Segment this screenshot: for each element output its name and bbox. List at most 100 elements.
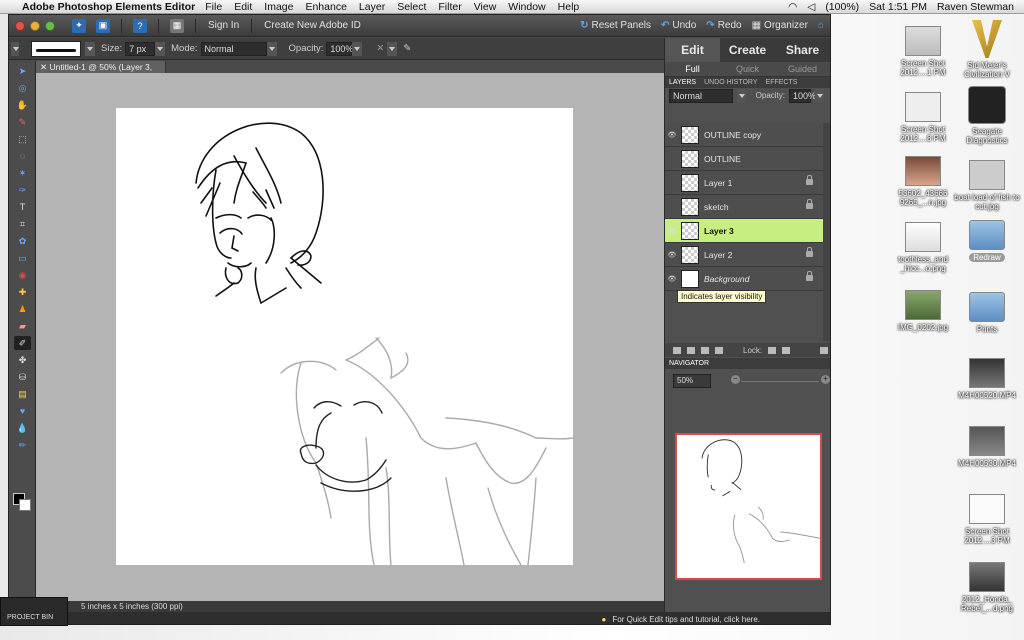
menu-file[interactable]: File — [205, 1, 222, 13]
hand-tool-icon[interactable]: ✋ — [14, 98, 31, 112]
layer-row[interactable]: 👁 OUTLINE copy — [665, 123, 823, 147]
move-tool-icon[interactable]: ➤ — [14, 64, 31, 78]
zoom-out-icon[interactable]: − — [731, 375, 740, 384]
layer-row[interactable]: 👁 Background — [665, 267, 823, 291]
help-icon[interactable]: ? — [133, 18, 147, 33]
size-dropdown[interactable] — [155, 41, 166, 56]
blend-mode-dropdown[interactable] — [736, 88, 746, 103]
clone-stamp-tool-icon[interactable]: ♟ — [14, 302, 31, 316]
blend-mode-select[interactable]: Normal — [669, 88, 733, 103]
type-tool-icon[interactable]: T — [14, 200, 31, 214]
layer-row[interactable]: 👁 Layer 2 — [665, 243, 823, 267]
adjustment-layer-icon[interactable] — [701, 346, 709, 354]
battery-status[interactable]: (100%) — [825, 1, 859, 13]
tab-quick[interactable]: Quick — [720, 62, 775, 76]
desktop-icon[interactable]: Screen Shot 2012....8 PM — [888, 92, 958, 143]
navigator-zoom-slider[interactable] — [741, 381, 819, 382]
clock[interactable]: Sat 1:51 PM — [869, 1, 927, 13]
gradient-tool-icon[interactable]: ▤ — [14, 387, 31, 401]
menu-image[interactable]: Image — [264, 1, 293, 13]
lock-all-icon[interactable] — [782, 346, 791, 354]
home-screen-button[interactable]: ⌂ — [818, 20, 824, 31]
tool-preset-dropdown[interactable] — [11, 41, 19, 56]
desktop-icon[interactable]: Screen Shot 2012....1 PM — [888, 26, 958, 77]
menu-select[interactable]: Select — [397, 1, 426, 13]
shape-tool-icon[interactable]: ♥ — [14, 404, 31, 418]
layer-row[interactable]: 👁 sketch — [665, 195, 823, 219]
desktop-icon[interactable]: M4H00520.MP4 — [952, 358, 1022, 400]
navigator-header[interactable]: NAVIGATOR — [665, 358, 830, 369]
desktop-icon[interactable]: 2012_Honda_ Rebel_...d.png — [952, 562, 1022, 613]
menu-window[interactable]: Window — [508, 1, 545, 13]
smart-brush-tool-icon[interactable]: ✤ — [14, 353, 31, 367]
size-input[interactable]: 7 px — [125, 41, 156, 56]
crop-tool-icon[interactable]: ⌗ — [14, 217, 31, 231]
desktop-icon[interactable]: Seagate Diagnostics — [952, 86, 1022, 145]
mode-dropdown[interactable] — [266, 41, 277, 56]
close-window-button[interactable] — [15, 20, 25, 31]
volume-icon[interactable]: ◁ — [807, 1, 815, 13]
arrange-icon[interactable]: ▦ — [170, 18, 184, 33]
lasso-tool-icon[interactable]: ◌ — [14, 149, 31, 163]
zoom-window-button[interactable] — [45, 20, 55, 31]
tab-effects[interactable]: EFFECTS — [762, 79, 802, 86]
layer-row[interactable]: 👁 Layer 1 — [665, 171, 823, 195]
menu-enhance[interactable]: Enhance — [305, 1, 346, 13]
tab-share[interactable]: Share — [775, 38, 830, 62]
desktop-icon[interactable]: M4H00530.MP4 — [952, 426, 1022, 468]
red-eye-tool-icon[interactable]: ◉ — [14, 268, 31, 282]
eye-icon[interactable]: 👁 — [665, 179, 679, 187]
menu-layer[interactable]: Layer — [359, 1, 385, 13]
brush-preview[interactable] — [31, 40, 81, 57]
wifi-icon[interactable]: ◠ — [788, 1, 797, 13]
layer-row[interactable]: 👁 OUTLINE — [665, 147, 823, 171]
menu-view[interactable]: View — [474, 1, 497, 13]
brush-picker-dropdown[interactable] — [85, 41, 95, 56]
sponge-tool-icon[interactable]: ✏ — [14, 438, 31, 452]
mode-select[interactable]: Normal — [200, 41, 267, 56]
menu-edit[interactable]: Edit — [234, 1, 252, 13]
desktop-icon[interactable]: Redraw — [952, 220, 1022, 262]
redo-button[interactable]: ↷ Redo — [706, 20, 741, 31]
zoom-tool-icon[interactable]: ◎ — [14, 81, 31, 95]
eye-icon[interactable]: 👁 — [665, 131, 679, 139]
eraser-tool-icon[interactable]: ▰ — [14, 319, 31, 333]
document-size-info[interactable]: 5 inches x 5 inches (300 ppi) — [81, 602, 183, 611]
background-color-swatch[interactable] — [19, 499, 31, 511]
cookie-cutter-tool-icon[interactable]: ✿ — [14, 234, 31, 248]
blur-tool-icon[interactable]: 💧 — [14, 421, 31, 435]
eye-icon[interactable]: 👁 — [665, 275, 679, 283]
desktop-icon[interactable]: toothless_and _hicc...o.png — [888, 222, 958, 273]
airbrush-dropdown[interactable] — [387, 41, 398, 56]
tab-guided[interactable]: Guided — [775, 62, 830, 76]
zoom-in-icon[interactable]: + — [821, 375, 830, 384]
desktop-icon[interactable]: IMG_0202.jpg — [888, 290, 958, 332]
menu-help[interactable]: Help — [558, 1, 580, 13]
tab-create[interactable]: Create — [720, 38, 775, 62]
layer-row-selected[interactable]: 👁 Layer 3 — [665, 219, 823, 243]
desktop-icon[interactable]: Prints — [952, 292, 1022, 334]
tab-edit[interactable]: Edit — [665, 38, 720, 62]
quick-edit-tip-link[interactable]: ● For Quick Edit tips and tutorial, clic… — [602, 615, 760, 624]
tablet-options-icon[interactable]: ✎ — [403, 43, 411, 54]
layer-opacity-dropdown[interactable] — [815, 88, 824, 103]
magic-wand-tool-icon[interactable]: ✶ — [14, 166, 31, 180]
menu-filter[interactable]: Filter — [438, 1, 461, 13]
navigator-preview[interactable] — [675, 433, 822, 580]
eye-icon[interactable]: 👁 — [665, 203, 679, 211]
new-file-icon[interactable]: ✦ — [72, 18, 86, 33]
brush-tool-icon[interactable]: ✐ — [14, 336, 31, 350]
eye-icon[interactable]: 👁 — [665, 155, 679, 163]
save-icon[interactable]: ▣ — [96, 18, 110, 33]
sign-in-link[interactable]: Sign In — [208, 20, 239, 31]
lock-transparent-icon[interactable] — [768, 346, 777, 354]
spot-healing-tool-icon[interactable]: ✚ — [14, 285, 31, 299]
opacity-dropdown[interactable] — [352, 41, 363, 56]
app-name-menu[interactable]: Adobe Photoshop Elements Editor — [22, 1, 195, 13]
quick-selection-tool-icon[interactable]: ✑ — [14, 183, 31, 197]
eye-icon[interactable]: 👁 — [665, 251, 679, 259]
user-menu[interactable]: Raven Stewman — [937, 1, 1014, 13]
new-group-icon[interactable] — [687, 346, 695, 354]
straighten-tool-icon[interactable]: ▭ — [14, 251, 31, 265]
project-bin-button[interactable]: PROJECT BIN — [0, 597, 68, 626]
